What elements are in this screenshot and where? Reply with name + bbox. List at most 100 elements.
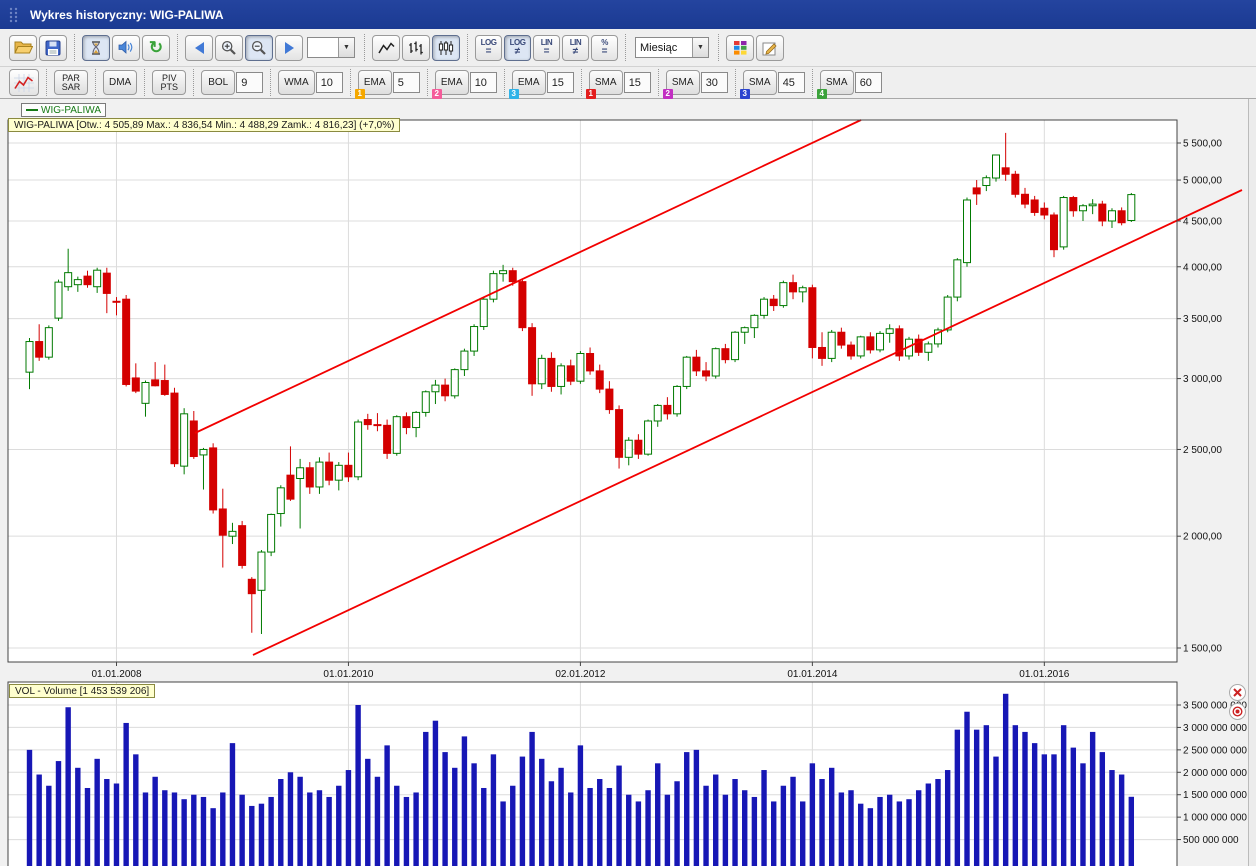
interval-select[interactable]: Miesiąc ▼ bbox=[635, 37, 709, 58]
scroll-right-button[interactable] bbox=[275, 34, 303, 61]
series-legend-chip[interactable]: WIG-PALIWA bbox=[21, 103, 106, 117]
svg-text:2 000 000 000: 2 000 000 000 bbox=[1183, 768, 1247, 779]
history-mode-button[interactable] bbox=[82, 34, 110, 61]
chart-canvas[interactable]: 5 500,00 5 000,00 4 500,00 4 000,00 3 500,00… bbox=[0, 99, 1256, 866]
vertical-scrollbar[interactable] bbox=[1248, 99, 1256, 866]
indicator-label: SMA bbox=[594, 77, 617, 88]
svg-text:500 000 000: 500 000 000 bbox=[1183, 835, 1239, 846]
indicator-label: EMA bbox=[440, 77, 463, 88]
app-window: Wykres historyczny: WIG-PALIWA ↻ ▼ LOG =… bbox=[0, 0, 1256, 866]
indicator-ema5-input[interactable] bbox=[392, 72, 420, 93]
indicator-ema15: EMA3 bbox=[508, 70, 574, 99]
arrow-left-icon bbox=[194, 41, 204, 54]
toolbar-separator bbox=[734, 69, 736, 96]
scale-symbol: = bbox=[485, 46, 492, 57]
scroll-left-button[interactable] bbox=[185, 34, 213, 61]
volume-legend-text: VOL - Volume [1 453 539 206] bbox=[15, 685, 150, 697]
indicator-label: BOL bbox=[208, 77, 229, 88]
refresh-button[interactable]: ↻ bbox=[142, 34, 170, 61]
candlestick-chart-button[interactable] bbox=[432, 34, 460, 61]
indicator-sma45: SMA3 bbox=[739, 70, 805, 99]
svg-text:4 000,00: 4 000,00 bbox=[1183, 262, 1222, 273]
indicator-sma60-input[interactable] bbox=[854, 72, 882, 93]
indicator-label: SMA bbox=[671, 77, 694, 88]
indicator-sma45-input[interactable] bbox=[777, 72, 805, 93]
svg-text:4 500,00: 4 500,00 bbox=[1183, 216, 1222, 227]
scale-symbol: = bbox=[543, 46, 550, 57]
svg-text:5 000,00: 5 000,00 bbox=[1183, 176, 1222, 187]
svg-text:2 500 000 000: 2 500 000 000 bbox=[1183, 745, 1247, 756]
chevron-down-icon: ▼ bbox=[338, 38, 354, 57]
folder-icon bbox=[13, 41, 33, 54]
save-button[interactable] bbox=[39, 34, 67, 61]
indicator-ema10: EMA2 bbox=[431, 70, 497, 99]
zoom-out-button[interactable] bbox=[245, 34, 273, 61]
scale-lin-neq-button[interactable]: LIN ≠ bbox=[562, 34, 589, 61]
edit-button[interactable] bbox=[756, 34, 784, 61]
line-chart-button[interactable] bbox=[372, 34, 400, 61]
indicator-toolbar: PARSARDMAPIVPTSBOLWMAEMA1EMA2EMA3SMA1SMA… bbox=[0, 67, 1256, 99]
window-title: Wykres historyczny: WIG-PALIWA bbox=[30, 7, 224, 22]
indicator-pivpts-button[interactable]: PIV PTS bbox=[152, 70, 187, 95]
indicator-badge: 4 bbox=[816, 89, 827, 99]
ohlc-bars-icon bbox=[409, 41, 423, 54]
svg-text:01.01.2014: 01.01.2014 bbox=[787, 669, 837, 680]
open-button[interactable] bbox=[9, 34, 37, 61]
toolbar-separator bbox=[657, 69, 659, 96]
svg-text:01.01.2008: 01.01.2008 bbox=[91, 669, 141, 680]
scale-percent-button[interactable]: % = bbox=[591, 34, 618, 61]
indicator-ema15-input[interactable] bbox=[546, 72, 574, 93]
indicator-parsar-button[interactable]: PAR SAR bbox=[54, 70, 88, 95]
refresh-icon: ↻ bbox=[148, 38, 164, 57]
interval-select-value: Miesiąc bbox=[640, 41, 678, 54]
indicator-sma30: SMA2 bbox=[662, 70, 728, 99]
red-line-chart-icon bbox=[14, 73, 34, 92]
indicator-label: PTS bbox=[160, 81, 178, 92]
indicator-label: SMA bbox=[748, 77, 771, 88]
toolbar-separator bbox=[580, 69, 582, 96]
scale-log-eq-button[interactable]: LOG = bbox=[475, 34, 502, 61]
indicator-bol-button[interactable]: BOL bbox=[201, 70, 236, 95]
select-volume-pane-button[interactable] bbox=[1229, 703, 1246, 720]
indicator-ema5: EMA1 bbox=[354, 70, 420, 99]
ohlc-chart-button[interactable] bbox=[402, 34, 430, 61]
indicator-badge: 3 bbox=[508, 89, 519, 99]
zoom-out-icon bbox=[251, 40, 266, 55]
sound-button[interactable] bbox=[112, 34, 140, 61]
indicator-sma15-input[interactable] bbox=[623, 72, 651, 93]
close-volume-pane-button[interactable] bbox=[1229, 684, 1246, 701]
toolbar-separator bbox=[95, 69, 96, 96]
toolbar-separator bbox=[718, 34, 719, 61]
svg-text:01.01.2016: 01.01.2016 bbox=[1019, 669, 1069, 680]
indicator-label: SMA bbox=[825, 77, 848, 88]
indicator-dma-button[interactable]: DMA bbox=[103, 70, 138, 95]
chart-style-button[interactable] bbox=[9, 69, 39, 96]
indicator-label: EMA bbox=[517, 77, 540, 88]
scale-log-neq-button[interactable]: LOG ≠ bbox=[504, 34, 531, 61]
svg-text:1 500 000 000: 1 500 000 000 bbox=[1183, 790, 1247, 801]
indicator-wma-button[interactable]: WMA bbox=[278, 70, 315, 95]
indicator-sma30-input[interactable] bbox=[700, 72, 728, 93]
toolbar-separator bbox=[426, 69, 428, 96]
zoom-in-button[interactable] bbox=[215, 34, 243, 61]
indicator-wma-input[interactable] bbox=[315, 72, 343, 93]
indicator-pivpts: PIV PTS bbox=[152, 70, 187, 95]
palette-icon bbox=[733, 41, 746, 55]
scale-lin-eq-button[interactable]: LIN = bbox=[533, 34, 560, 61]
indicator-ema10-input[interactable] bbox=[469, 72, 497, 93]
indicator-bol-input[interactable] bbox=[236, 72, 264, 93]
colors-button[interactable] bbox=[726, 34, 754, 61]
line-chart-icon bbox=[377, 41, 395, 53]
svg-text:1 000 000 000: 1 000 000 000 bbox=[1183, 813, 1247, 824]
window-titlebar[interactable]: Wykres historyczny: WIG-PALIWA bbox=[0, 0, 1256, 29]
ohlc-info-text: WIG-PALIWA [Otw.: 4 505,89 Max.: 4 836,5… bbox=[14, 119, 395, 131]
svg-text:02.01.2012: 02.01.2012 bbox=[555, 669, 605, 680]
scale-symbol: ≠ bbox=[572, 46, 579, 57]
drag-grip-icon bbox=[9, 7, 18, 22]
indicator-badge: 1 bbox=[354, 89, 365, 99]
toolbar-separator bbox=[467, 34, 468, 61]
legend-line-swatch bbox=[26, 109, 38, 111]
toolbar-separator bbox=[625, 34, 626, 61]
indicator-badge: 1 bbox=[585, 89, 596, 99]
range-select[interactable]: ▼ bbox=[307, 37, 355, 58]
